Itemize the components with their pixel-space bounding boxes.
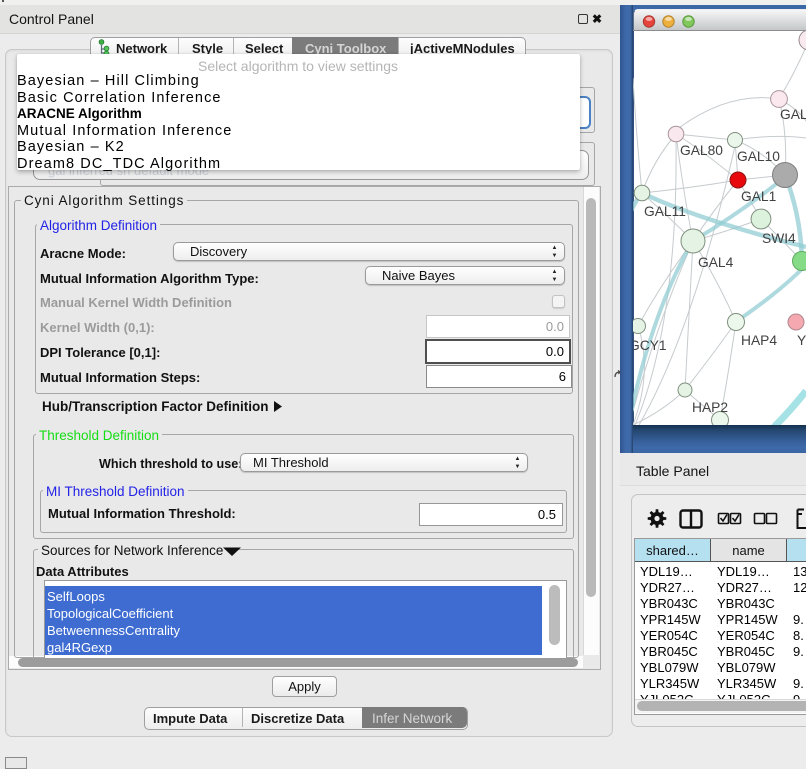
- svg-text:GAL4: GAL4: [698, 255, 734, 270]
- svg-text:HAP2: HAP2: [692, 400, 728, 415]
- svg-text:GCY1: GCY1: [633, 338, 667, 353]
- svg-text:GAL: GAL: [780, 107, 806, 122]
- svg-text:Y: Y: [797, 333, 806, 348]
- svg-text:HAP4: HAP4: [741, 333, 777, 348]
- svg-text:GAL11: GAL11: [644, 204, 686, 219]
- svg-text:GAL10: GAL10: [737, 149, 780, 164]
- svg-text:GAL1: GAL1: [741, 189, 776, 204]
- svg-text:GAL80: GAL80: [680, 143, 723, 158]
- svg-text:SWI4: SWI4: [762, 231, 796, 246]
